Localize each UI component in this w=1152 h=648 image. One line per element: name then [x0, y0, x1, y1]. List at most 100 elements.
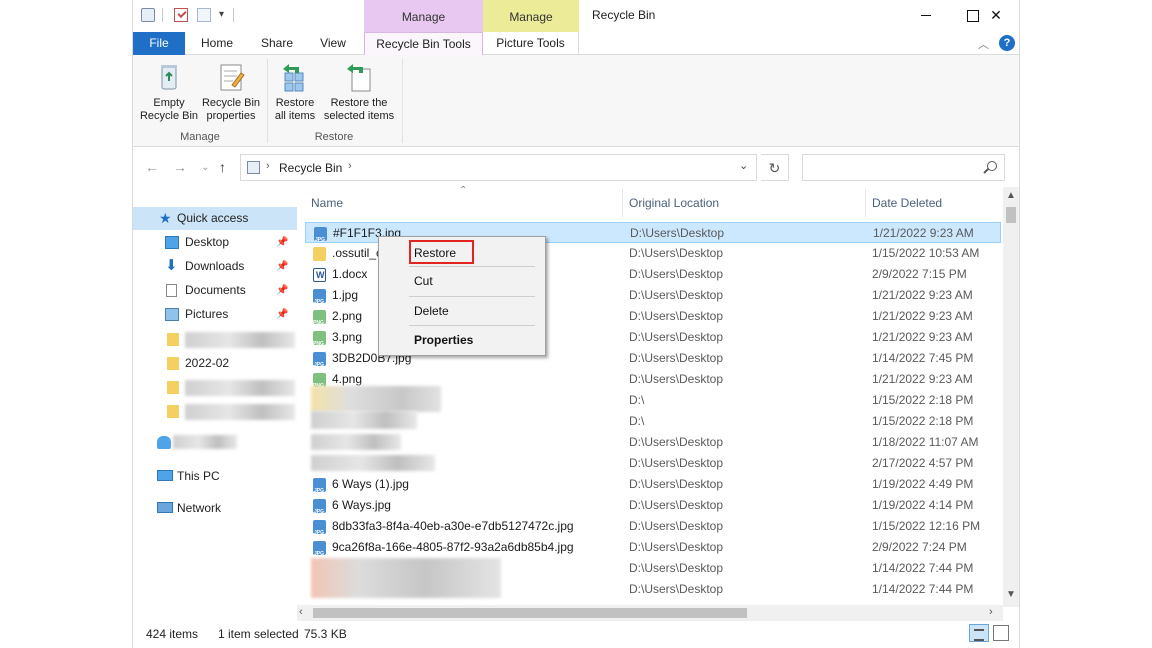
- pin-icon[interactable]: 📌: [276, 303, 288, 326]
- redacted-text: [185, 332, 295, 348]
- nav-item-pictures[interactable]: Pictures 📌: [133, 303, 297, 326]
- nav-item-redacted[interactable]: [133, 400, 297, 423]
- original-location: D:\Users\Desktop: [629, 540, 724, 554]
- file-row-redacted[interactable]: D:\Users\Desktop 1/14/2022 7:44 PM: [305, 579, 1001, 600]
- network-icon: [157, 502, 173, 513]
- chevron-right-icon[interactable]: ›: [266, 160, 270, 172]
- nav-item-redacted[interactable]: [133, 328, 297, 351]
- explorer-window: ▾ Manage Manage Recycle Bin ✕ File Home …: [132, 0, 1020, 648]
- large-icons-view-icon[interactable]: [993, 625, 1009, 641]
- column-header-original-location[interactable]: Original Location: [629, 196, 719, 210]
- restore-all-items-button[interactable]: Restore all items: [271, 61, 319, 123]
- tab-home[interactable]: Home: [191, 32, 243, 55]
- scrollbar-thumb[interactable]: [1006, 207, 1016, 223]
- context-menu: Restore Cut Delete Properties: [378, 236, 546, 356]
- navigation-pane: ★ Quick access Desktop 📌 ⬇ Downloads 📌 D…: [133, 187, 297, 619]
- recycle-bin-icon[interactable]: [141, 8, 155, 22]
- restore-selected-items-label: Restore the selected items: [323, 97, 395, 122]
- breadcrumb-recycle-bin[interactable]: Recycle Bin: [279, 161, 342, 175]
- scroll-up-arrow-icon[interactable]: ▲: [1006, 190, 1016, 201]
- selection-size: 75.3 KB: [304, 627, 347, 641]
- pin-icon[interactable]: 📌: [276, 279, 288, 302]
- empty-recycle-bin-button[interactable]: Empty Recycle Bin: [139, 61, 199, 123]
- file-row-redacted[interactable]: D:\ 1/15/2022 2:18 PM: [305, 386, 1001, 412]
- nav-item-label: Network: [177, 501, 222, 515]
- menu-item-delete[interactable]: Delete: [379, 299, 545, 323]
- nav-network[interactable]: Network: [133, 497, 297, 520]
- pin-icon[interactable]: 📌: [276, 231, 288, 254]
- properties-quick-icon[interactable]: [174, 8, 188, 22]
- search-input[interactable]: [802, 154, 1005, 181]
- address-dropdown-chevron-icon[interactable]: ⌄: [739, 159, 748, 172]
- ribbon-tabs: File Home Share View Recycle Bin Tools P…: [133, 32, 1019, 56]
- highlight-box: [409, 240, 474, 264]
- menu-item-properties[interactable]: Properties: [379, 328, 545, 352]
- date-deleted: 2/17/2022 4:57 PM: [872, 456, 974, 470]
- scrollbar-thumb[interactable]: [313, 608, 747, 618]
- date-deleted: 1/21/2022 9:23 AM: [872, 288, 973, 302]
- minimize-button[interactable]: [903, 0, 949, 30]
- original-location: D:\Users\Desktop: [629, 330, 724, 344]
- file-name: 6 Ways (1).jpg: [332, 477, 409, 491]
- close-button[interactable]: ✕: [973, 0, 1019, 30]
- vertical-scrollbar[interactable]: ▲ ▼: [1003, 187, 1019, 607]
- customize-toolbar-icon[interactable]: ▾: [219, 8, 227, 22]
- new-folder-quick-icon[interactable]: [197, 8, 211, 22]
- pin-icon[interactable]: 📌: [276, 255, 288, 278]
- column-resize-handle[interactable]: [622, 189, 623, 217]
- up-arrow-icon[interactable]: ↑: [219, 159, 226, 175]
- details-view-icon[interactable]: [969, 624, 989, 642]
- forward-arrow-icon[interactable]: →: [173, 159, 187, 175]
- file-row[interactable]: 6 Ways.jpg D:\Users\Desktop 1/19/2022 4:…: [305, 495, 1001, 523]
- file-row[interactable]: 6 Ways (1).jpg D:\Users\Desktop 1/19/202…: [305, 474, 1001, 502]
- file-row-redacted[interactable]: D:\Users\Desktop 1/14/2022 7:44 PM: [305, 558, 1001, 598]
- recycle-bin-properties-button[interactable]: Recycle Bin properties: [199, 61, 263, 123]
- nav-item-downloads[interactable]: ⬇ Downloads 📌: [133, 255, 297, 278]
- scroll-down-arrow-icon[interactable]: ▼: [1006, 589, 1016, 600]
- nav-item-onedrive-redacted[interactable]: [133, 431, 297, 454]
- file-row-redacted[interactable]: D:\Users\Desktop 1/18/2022 11:07 AM: [305, 432, 1001, 453]
- redacted-text: [311, 455, 435, 471]
- navigation-bar: ← → ⌄ ↑ › Recycle Bin › ⌄ ↻: [133, 147, 1019, 187]
- tab-view[interactable]: View: [307, 32, 359, 55]
- refresh-button[interactable]: ↻: [761, 154, 789, 181]
- recent-locations-chevron-icon[interactable]: ⌄: [201, 162, 209, 173]
- file-name: 3.png: [332, 330, 363, 344]
- tab-file[interactable]: File: [133, 32, 185, 55]
- nav-this-pc[interactable]: This PC: [133, 465, 297, 488]
- nav-item-desktop[interactable]: Desktop 📌: [133, 231, 297, 254]
- collapse-ribbon-icon[interactable]: ︿: [978, 36, 989, 52]
- file-row-redacted[interactable]: D:\ 1/15/2022 2:18 PM: [305, 411, 1001, 432]
- file-row[interactable]: 9ca26f8a-166e-4805-87f2-93a2a6db85b4.jpg…: [305, 537, 1001, 565]
- tab-recycle-bin-tools[interactable]: Recycle Bin Tools: [364, 32, 483, 56]
- menu-item-cut[interactable]: Cut: [379, 269, 545, 293]
- nav-item-2022-02[interactable]: 2022-02: [133, 352, 297, 375]
- nav-quick-access[interactable]: ★ Quick access: [133, 207, 297, 230]
- file-row[interactable]: 8db33fa3-8f4a-40eb-a30e-e7db5127472c.jpg…: [305, 516, 1001, 544]
- nav-item-redacted[interactable]: [133, 376, 297, 399]
- chevron-right-icon[interactable]: ›: [348, 160, 352, 172]
- back-arrow-icon[interactable]: ←: [145, 159, 159, 175]
- document-icon: [166, 284, 177, 297]
- scroll-left-arrow-icon[interactable]: ‹: [299, 606, 303, 618]
- scroll-right-arrow-icon[interactable]: ›: [989, 606, 993, 618]
- help-icon[interactable]: ?: [999, 35, 1015, 51]
- tab-picture-tools[interactable]: Picture Tools: [483, 32, 579, 55]
- ribbon-group-manage-label: Manage: [180, 131, 220, 143]
- desktop-icon: [165, 236, 179, 249]
- column-resize-handle[interactable]: [865, 189, 866, 217]
- divider: [162, 8, 163, 22]
- original-location: D:\Users\Desktop: [629, 435, 724, 449]
- horizontal-scrollbar[interactable]: ‹ ›: [297, 605, 1003, 621]
- original-location: D:\Users\Desktop: [629, 246, 724, 260]
- address-bar[interactable]: › Recycle Bin › ⌄: [240, 154, 757, 181]
- file-name: 9ca26f8a-166e-4805-87f2-93a2a6db85b4.jpg: [332, 540, 574, 554]
- file-row-redacted[interactable]: D:\Users\Desktop 2/17/2022 4:57 PM: [305, 453, 1001, 474]
- column-header-name[interactable]: Name: [311, 196, 343, 210]
- title-bar: ▾ Manage Manage Recycle Bin ✕: [133, 0, 1019, 32]
- column-header-date-deleted[interactable]: Date Deleted: [872, 196, 942, 210]
- date-deleted: 1/21/2022 9:23 AM: [872, 372, 973, 386]
- nav-item-documents[interactable]: Documents 📌: [133, 279, 297, 302]
- tab-share[interactable]: Share: [251, 32, 303, 55]
- restore-selected-items-button[interactable]: Restore the selected items: [321, 61, 397, 123]
